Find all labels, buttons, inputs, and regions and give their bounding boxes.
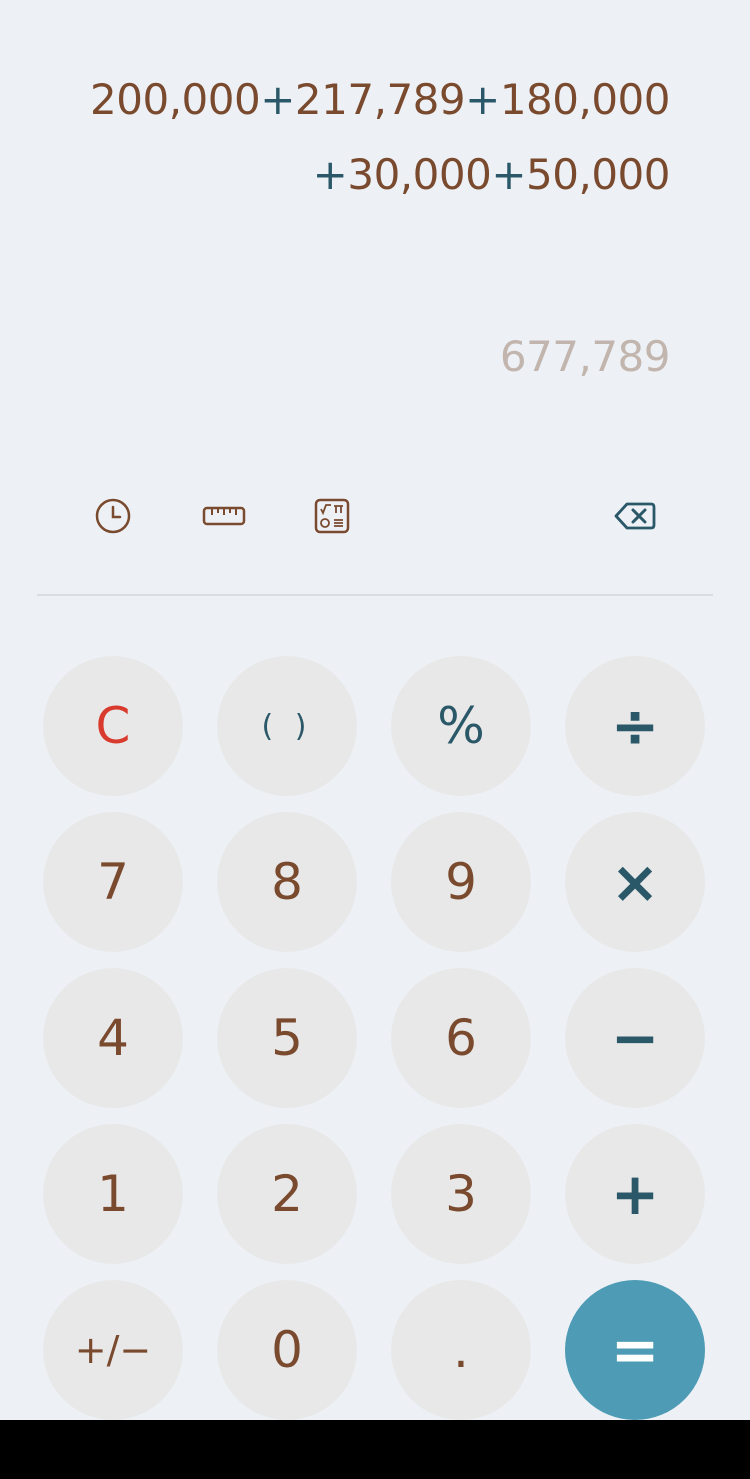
minus-button[interactable]: − [565, 968, 705, 1108]
expression-operator: + [491, 150, 527, 199]
expression-operator: + [260, 75, 295, 124]
equals-button[interactable]: = [565, 1280, 705, 1420]
clear-button[interactable]: C [43, 656, 183, 796]
expression-line-2: +30,000+50,000 [50, 137, 671, 212]
digit-1-button[interactable]: 1 [43, 1124, 183, 1264]
percent-button[interactable]: % [391, 656, 531, 796]
backspace-icon[interactable] [612, 496, 658, 536]
expression-term: 217,789 [294, 75, 466, 124]
expression-term: 200,000 [90, 75, 261, 124]
expression-display[interactable]: 200,000+217,789+180,000 +30,000+50,000 [50, 62, 670, 212]
navigation-bar [0, 1420, 750, 1479]
digit-5-button[interactable]: 5 [217, 968, 357, 1108]
divider [37, 594, 713, 596]
divide-button[interactable]: ÷ [565, 656, 705, 796]
result-preview: 677,789 [499, 332, 671, 381]
expression-operator: + [465, 75, 500, 124]
expression-operator: + [312, 150, 348, 199]
digit-3-button[interactable]: 3 [391, 1124, 531, 1264]
expression-term: 30,000 [347, 150, 492, 199]
scientific-mode-icon[interactable] [312, 496, 352, 536]
plus-button[interactable]: + [565, 1124, 705, 1264]
calculator-screen: 200,000+217,789+180,000 +30,000+50,000 6… [0, 0, 750, 1420]
multiply-button[interactable]: × [565, 812, 705, 952]
digit-7-button[interactable]: 7 [43, 812, 183, 952]
digit-4-button[interactable]: 4 [43, 968, 183, 1108]
digit-2-button[interactable]: 2 [217, 1124, 357, 1264]
unit-converter-icon[interactable] [202, 496, 246, 536]
expression-term: 180,000 [499, 75, 671, 124]
negate-button[interactable]: +/− [43, 1280, 183, 1420]
decimal-button[interactable]: . [391, 1280, 531, 1420]
digit-8-button[interactable]: 8 [217, 812, 357, 952]
history-icon[interactable] [93, 496, 133, 536]
parentheses-button[interactable]: ( ) [217, 656, 357, 796]
expression-line-1: 200,000+217,789+180,000 [50, 62, 670, 137]
digit-0-button[interactable]: 0 [217, 1280, 357, 1420]
digit-9-button[interactable]: 9 [391, 812, 531, 952]
expression-term: 50,000 [526, 150, 670, 199]
digit-6-button[interactable]: 6 [391, 968, 531, 1108]
